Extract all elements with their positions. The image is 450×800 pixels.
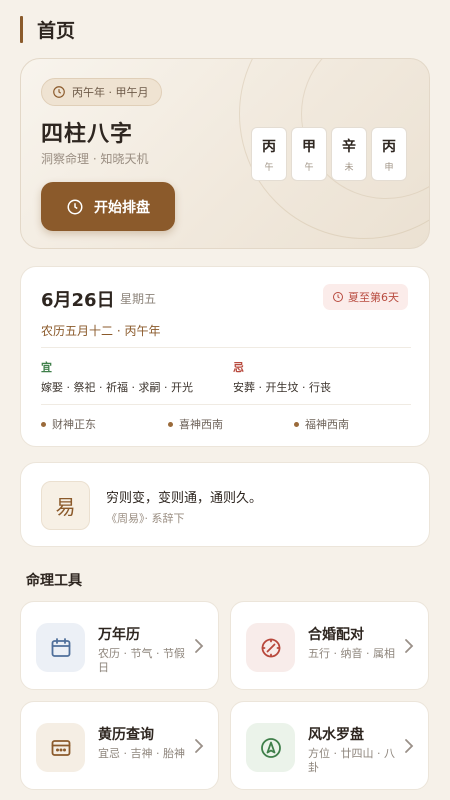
- pillar-branch: 申: [384, 162, 394, 173]
- pillar-branch: 午: [304, 162, 314, 173]
- yi-items: 嫁娶 · 祭祀 · 祈福 · 求嗣 · 开光: [41, 381, 193, 394]
- pillar-hour: 丙 申: [371, 127, 407, 181]
- pillar-branch: 未: [344, 162, 354, 173]
- bazi-hero-card: 丙午年 · 甲午月 四柱八字 洞察命理 · 知晓天机 开始排盘 丙 午 甲 午 …: [20, 58, 430, 249]
- hero-title: 四柱八字: [41, 122, 134, 147]
- pillar-branch: 午: [264, 162, 274, 173]
- lunar-date: 农历五月十二 · 丙午年: [41, 324, 161, 338]
- navigation-compass-icon: [260, 737, 281, 758]
- quote-text: 穷则变，变则通，通则久。: [106, 491, 263, 506]
- yi-label: 宜: [41, 361, 52, 374]
- chevron-right-icon: [405, 739, 414, 753]
- tool-marriage-match[interactable]: 合婚配对 五行 · 纳音 · 属相: [230, 601, 429, 690]
- tile-icon-bg: [246, 723, 295, 772]
- pillar-month: 甲 午: [291, 127, 327, 181]
- chevron-right-icon: [195, 739, 204, 753]
- daily-quote-card: 易 穷则变，变则通，通则久。 《周易》· 系辞下: [20, 462, 430, 547]
- clock-icon: [67, 199, 83, 214]
- pillar-day: 辛 未: [331, 127, 367, 181]
- tool-desc: 五行 · 纳音 · 属相: [308, 647, 395, 660]
- tool-name: 万年历: [98, 627, 140, 643]
- divider: [41, 347, 411, 348]
- bullet-dot: [41, 421, 46, 427]
- compass-dial-icon: [261, 638, 280, 657]
- pillar-stem: 甲: [302, 138, 316, 155]
- header-accent-bar: [20, 16, 23, 43]
- tool-almanac-lookup[interactable]: 黄历查询 宜忌 · 吉神 · 胎神: [20, 701, 219, 790]
- clock-icon: [53, 86, 65, 98]
- solar-date: 6月26日: [41, 290, 115, 311]
- pillar-stem: 辛: [342, 138, 356, 155]
- tools-section-title: 命理工具: [26, 573, 82, 589]
- tile-icon-bg: [246, 623, 295, 672]
- bullet-dot: [168, 421, 173, 427]
- weekday: 星期五: [120, 292, 157, 306]
- tool-desc: 宜忌 · 吉神 · 胎神: [98, 747, 185, 760]
- quote-source: 《周易》· 系辞下: [106, 512, 185, 525]
- ji-label: 忌: [233, 361, 244, 374]
- tool-name: 黄历查询: [98, 727, 154, 743]
- tool-name: 风水罗盘: [308, 727, 364, 743]
- page-title: 首页: [37, 20, 76, 42]
- god-text: 财神正东: [52, 418, 96, 431]
- chevron-right-icon: [195, 639, 204, 653]
- divider: [41, 404, 411, 405]
- bullet-dot: [294, 421, 299, 427]
- start-chart-button[interactable]: 开始排盘: [41, 182, 175, 231]
- joy-god-direction: 喜神西南: [168, 416, 223, 432]
- wealth-god-direction: 财神正东: [41, 416, 96, 432]
- four-pillars: 丙 午 甲 午 辛 未 丙 申: [251, 127, 407, 181]
- chevron-right-icon: [405, 639, 414, 653]
- today-almanac-card[interactable]: 6月26日 星期五 夏至第6天 农历五月十二 · 丙午年 宜 嫁娶 · 祭祀 ·…: [20, 266, 430, 447]
- pillar-stem: 丙: [382, 138, 396, 155]
- clock-icon: [333, 292, 343, 302]
- pillar-year: 丙 午: [251, 127, 287, 181]
- solar-term-text: 夏至第6天: [348, 291, 399, 304]
- tile-icon-bg: [36, 723, 85, 772]
- tool-fengshui-compass[interactable]: 风水罗盘 方位 · 廿四山 · 八卦: [230, 701, 429, 790]
- ji-items: 安葬 · 开生坟 · 行丧: [233, 381, 331, 394]
- tool-perpetual-calendar[interactable]: 万年历 农历 · 节气 · 节假日: [20, 601, 219, 690]
- tool-desc: 农历 · 节气 · 节假日: [98, 647, 185, 674]
- tool-name: 合婚配对: [308, 627, 364, 643]
- tool-desc: 方位 · 廿四山 · 八卦: [308, 747, 395, 774]
- almanac-icon: [51, 739, 70, 756]
- page-header: 首页: [20, 16, 75, 43]
- pillar-stem: 丙: [262, 138, 276, 155]
- start-chart-label: 开始排盘: [94, 199, 150, 216]
- yi-seal-icon: 易: [41, 481, 90, 530]
- calendar-icon: [51, 637, 70, 657]
- year-month-pill: 丙午年 · 甲午月: [41, 78, 162, 106]
- hero-subtitle: 洞察命理 · 知晓天机: [41, 152, 149, 166]
- year-month-text: 丙午年 · 甲午月: [72, 86, 149, 99]
- fortune-god-direction: 福神西南: [294, 416, 349, 432]
- tile-icon-bg: [36, 623, 85, 672]
- god-text: 喜神西南: [179, 418, 223, 431]
- solar-term-badge: 夏至第6天: [323, 284, 408, 310]
- god-text: 福神西南: [305, 418, 349, 431]
